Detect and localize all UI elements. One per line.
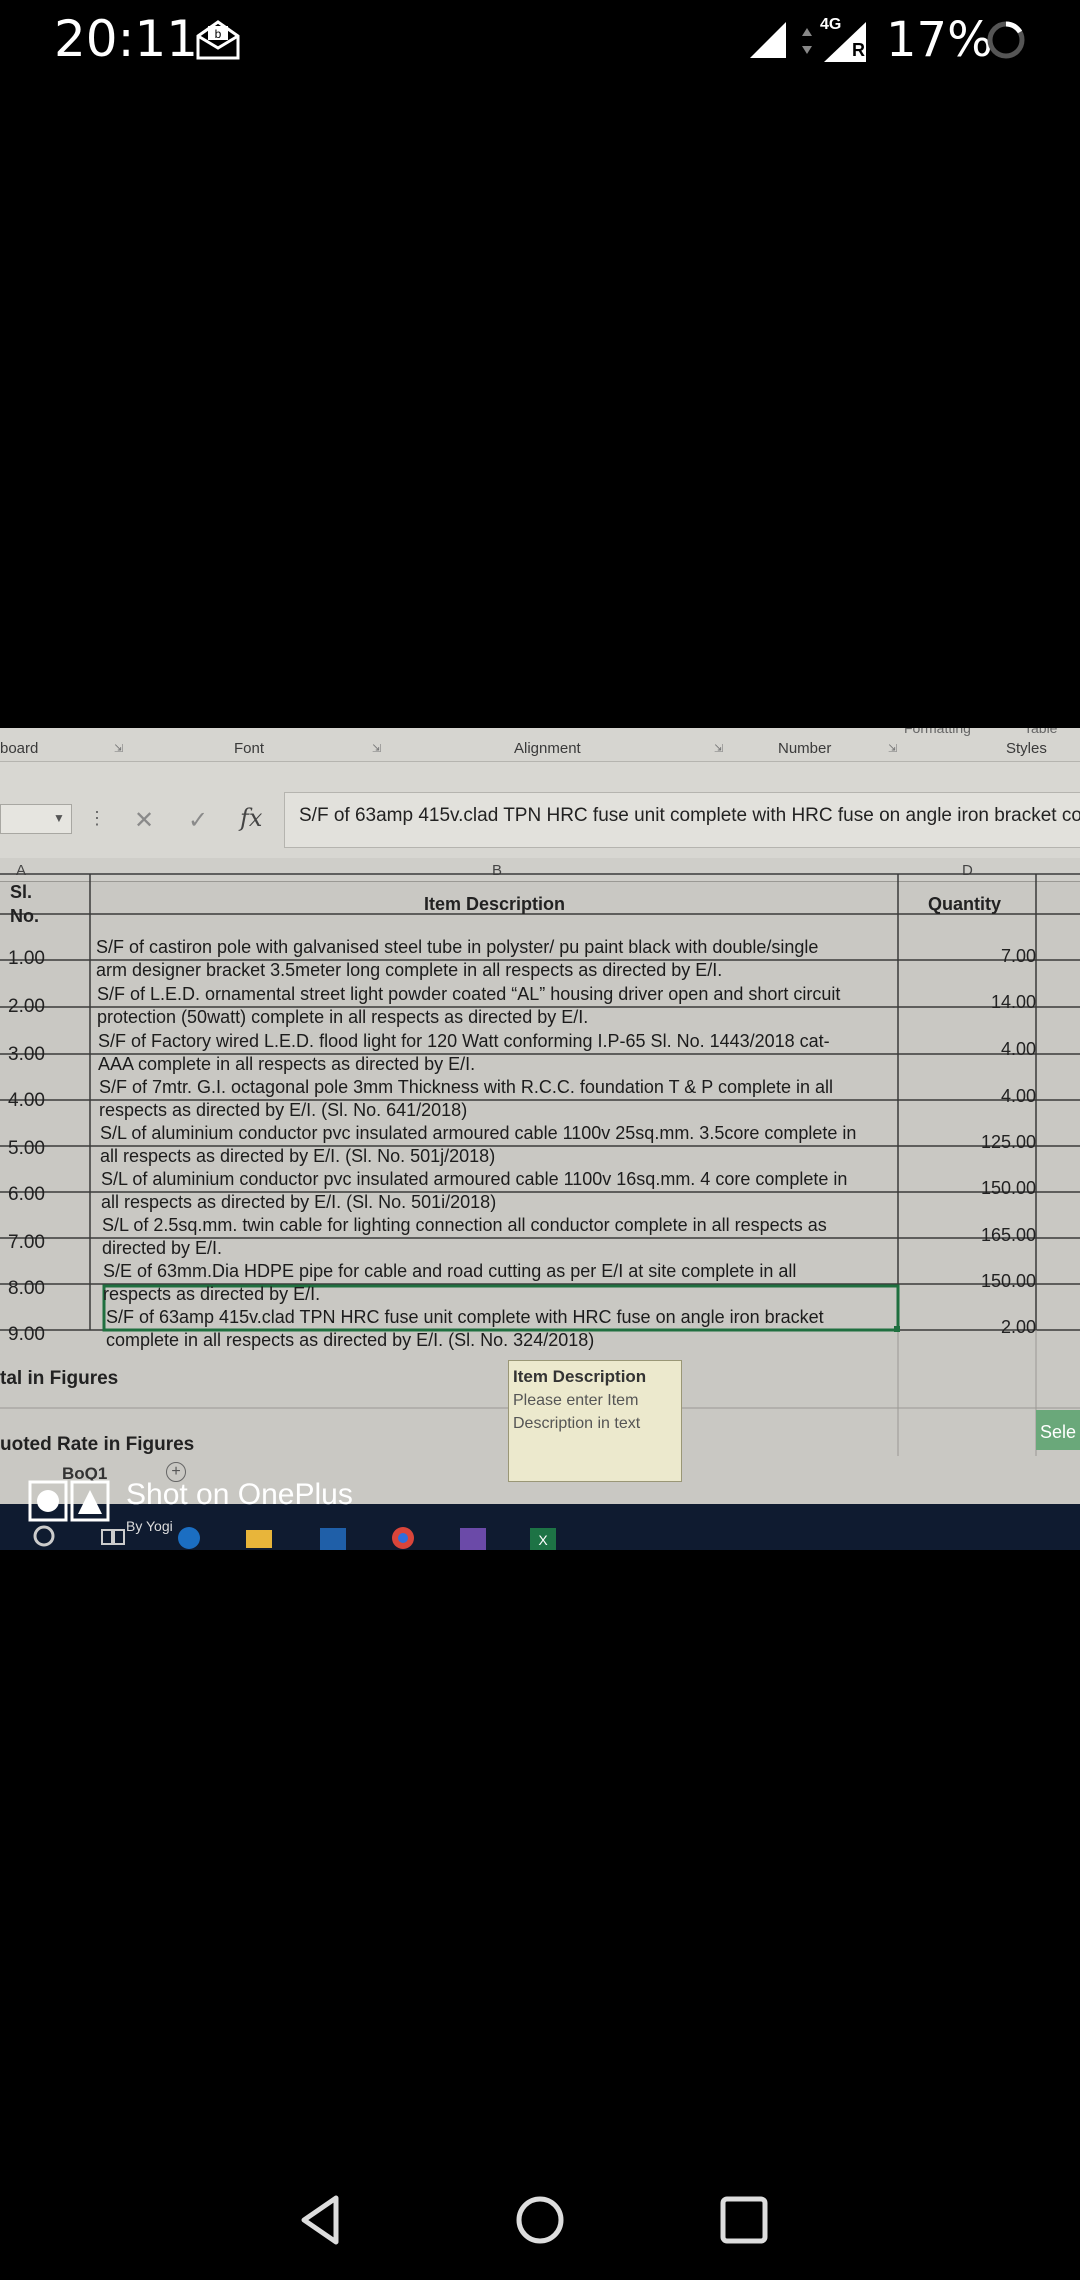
recents-icon[interactable] <box>714 2190 774 2250</box>
camera-watermark: Shot on OnePlus By Yogi <box>28 1474 428 1544</box>
sl-no-cell[interactable]: 6.00 <box>8 1184 45 1206</box>
tooltip-line: Description in text <box>513 1415 641 1432</box>
quantity-cell[interactable]: 7.00 <box>916 946 1036 967</box>
sl-no-cell[interactable]: 3.00 <box>8 1044 45 1066</box>
quantity-cell[interactable]: 150.00 <box>916 1178 1036 1199</box>
description-line[interactable]: S/F of castiron pole with galvanised ste… <box>96 936 896 959</box>
excel-icon[interactable]: X <box>528 1522 558 1550</box>
sl-no-cell[interactable]: 1.00 <box>8 948 45 970</box>
watermark-title: Shot on OnePlus <box>126 1478 353 1511</box>
sl-no-cell[interactable]: 8.00 <box>8 1278 45 1300</box>
quantity-cell[interactable]: 4.00 <box>916 1039 1036 1060</box>
quantity-cell[interactable]: 150.00 <box>916 1271 1036 1292</box>
description-line[interactable]: arm designer bracket 3.5meter long compl… <box>96 959 896 982</box>
description-line[interactable]: S/L of aluminium conductor pvc insulated… <box>101 1168 901 1191</box>
quantity-cell[interactable]: 14.00 <box>916 992 1036 1013</box>
sl-no-cell[interactable]: 2.00 <box>8 996 45 1018</box>
data-activity-icon <box>802 28 812 54</box>
tooltip-title: Item Description <box>513 1367 647 1386</box>
description-line[interactable]: AAA complete in all respects as directed… <box>98 1053 898 1076</box>
description-line[interactable]: S/E of 63mm.Dia HDPE pipe for cable and … <box>103 1260 903 1283</box>
description-line[interactable]: S/F of 7mtr. G.I. octagonal pole 3mm Thi… <box>99 1076 899 1099</box>
description-line[interactable]: complete in all respects as directed by … <box>106 1329 896 1352</box>
quantity-cell[interactable]: 165.00 <box>916 1225 1036 1246</box>
sl-no-cell[interactable]: 4.00 <box>8 1090 45 1112</box>
description-line[interactable]: all respects as directed by E/I. (Sl. No… <box>100 1145 900 1168</box>
quantity-cell[interactable]: 4.00 <box>916 1086 1036 1107</box>
total-in-figures-label: tal in Figures <box>0 1368 119 1389</box>
sl-no-header-line2: No. <box>10 906 39 926</box>
description-line[interactable]: S/F of Factory wired L.E.D. flood light … <box>98 1030 898 1053</box>
description-line[interactable]: all respects as directed by E/I. (Sl. No… <box>101 1191 901 1214</box>
quoted-rate-label: uoted Rate in Figures <box>0 1434 195 1455</box>
roaming-label: R <box>852 40 865 60</box>
status-bar: 20:11 b 4G R 17% <box>0 0 1080 80</box>
description-line[interactable]: respects as directed by E/I. (Sl. No. 64… <box>99 1099 899 1122</box>
quantity-header: Quantity <box>928 894 1002 914</box>
description-line[interactable]: respects as directed by E/I. <box>103 1283 903 1306</box>
input-message-tooltip: Item Description Please enter Item Descr… <box>508 1360 682 1482</box>
battery-percent: 17% <box>886 12 993 68</box>
navigation-bar <box>0 2160 1080 2280</box>
description-line[interactable]: S/L of 2.5sq.mm. twin cable for lighting… <box>102 1214 902 1237</box>
tooltip-body: Please enter Item Description in text <box>513 1389 677 1435</box>
select-cell[interactable]: Sele <box>1036 1410 1080 1450</box>
sl-no-cell[interactable]: 5.00 <box>8 1138 45 1160</box>
watermark-subtitle: By Yogi <box>126 1518 173 1534</box>
oneplus-watermark-logo-icon <box>28 1480 110 1522</box>
home-icon[interactable] <box>510 2190 570 2250</box>
quantity-cell[interactable]: 125.00 <box>916 1132 1036 1153</box>
clock: 20:11 <box>54 10 199 68</box>
description-line[interactable]: S/L of aluminium conductor pvc insulated… <box>100 1122 900 1145</box>
sl-no-header-line1: Sl. <box>10 882 33 902</box>
svg-text:X: X <box>538 1532 548 1548</box>
svg-text:b: b <box>215 27 222 41</box>
description-header: Item Description <box>424 894 566 914</box>
sl-no-cell[interactable]: 7.00 <box>8 1232 45 1254</box>
description-line[interactable]: S/F of L.E.D. ornamental street light po… <box>97 983 897 1006</box>
quantity-cell[interactable]: 2.00 <box>916 1317 1036 1338</box>
back-icon[interactable] <box>290 2190 350 2250</box>
sl-no-cell[interactable]: 9.00 <box>8 1324 45 1346</box>
signal-strength-icon <box>750 22 786 58</box>
battery-ring-icon <box>987 21 1025 59</box>
spreadsheet-photo: Formatting Table board ⇲ Font ⇲ Alignmen… <box>0 728 1080 1550</box>
app-icon[interactable] <box>458 1522 488 1550</box>
description-line[interactable]: protection (50watt) complete in all resp… <box>97 1006 897 1029</box>
tooltip-line: Please enter Item <box>513 1392 639 1409</box>
description-line[interactable]: S/F of 63amp 415v.clad TPN HRC fuse unit… <box>106 1306 896 1329</box>
description-line[interactable]: directed by E/I. <box>102 1237 902 1260</box>
notification-mail-icon: b <box>196 20 240 60</box>
